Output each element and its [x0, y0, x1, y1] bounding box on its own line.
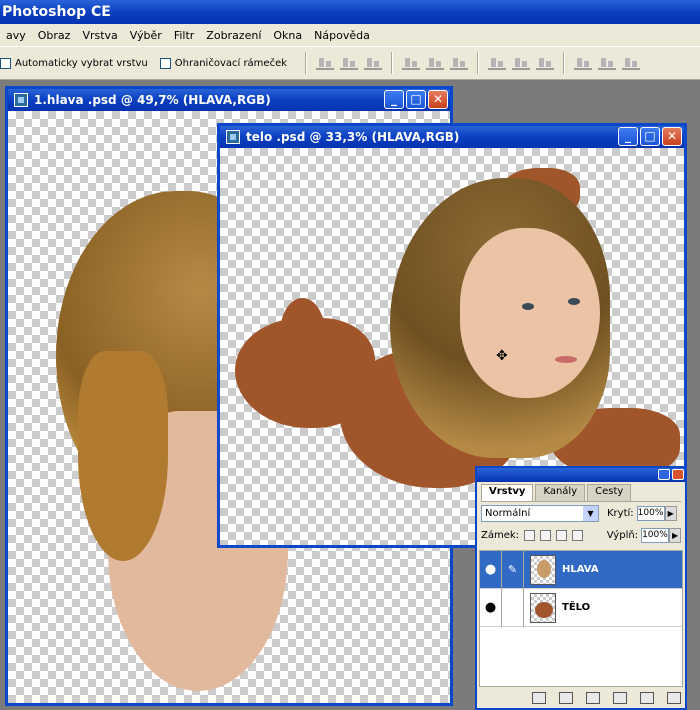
- tab-channels[interactable]: Kanály: [535, 484, 586, 501]
- menu-edit[interactable]: avy: [0, 29, 32, 42]
- menu-image[interactable]: Obraz: [32, 29, 77, 42]
- align-vcenter-icon[interactable]: [340, 56, 359, 70]
- blend-mode-value: Normální: [485, 508, 531, 519]
- layer-style-icon[interactable]: [532, 692, 546, 704]
- distribute-hcenter-icon[interactable]: [598, 56, 617, 70]
- panel-bottom-bar: [477, 688, 685, 708]
- auto-select-label: Automaticky vybrat vrstvu: [15, 57, 148, 69]
- document-title: 1.hlava .psd @ 49,7% (HLAVA,RGB): [34, 93, 271, 107]
- menu-select[interactable]: Výběr: [124, 29, 168, 42]
- eye-shape: [568, 298, 580, 305]
- layer-name[interactable]: TĚLO: [562, 602, 590, 613]
- opacity-field[interactable]: 100%: [636, 506, 665, 521]
- new-layer-icon[interactable]: [640, 692, 654, 704]
- separator: [563, 52, 566, 74]
- new-group-icon[interactable]: [586, 692, 600, 704]
- blend-mode-select[interactable]: Normální ▼: [481, 505, 599, 522]
- menu-layer[interactable]: Vrstva: [76, 29, 123, 42]
- lips-shape: [555, 356, 577, 363]
- document-title: telo .psd @ 33,3% (HLAVA,RGB): [246, 130, 460, 144]
- adjustment-layer-icon[interactable]: [613, 692, 627, 704]
- move-cursor-icon: ✥: [496, 348, 508, 364]
- chevron-down-icon[interactable]: ▼: [583, 506, 598, 521]
- document-title-bar[interactable]: telo .psd @ 33,3% (HLAVA,RGB) _ □ ✕: [220, 126, 684, 148]
- visibility-eye-icon[interactable]: ●: [480, 550, 502, 589]
- separator: [391, 52, 394, 74]
- close-button[interactable]: ✕: [662, 127, 682, 146]
- clay-body-shape: [280, 298, 325, 368]
- layers-list: ● ✎ HLAVA ● TĚLO: [479, 550, 683, 687]
- hair-strands-shape: [78, 351, 168, 561]
- layers-panel: Vrstvy Kanály Cesty Normální ▼ Krytí: 10…: [475, 466, 687, 710]
- brush-icon[interactable]: ✎: [502, 550, 524, 589]
- app-title: Photoshop CE: [2, 4, 111, 20]
- minimize-button[interactable]: _: [384, 90, 404, 109]
- lock-position-icon[interactable]: [555, 530, 567, 541]
- menu-window[interactable]: Okna: [267, 29, 308, 42]
- document-icon: [226, 130, 240, 144]
- layer-thumbnail: [530, 554, 556, 585]
- close-button[interactable]: [672, 469, 684, 480]
- opacity-arrow-icon[interactable]: ▶: [664, 506, 677, 521]
- document-title-bar[interactable]: 1.hlava .psd @ 49,7% (HLAVA,RGB) _ □ ✕: [8, 89, 450, 111]
- menu-view[interactable]: Zobrazení: [200, 29, 267, 42]
- layer-row-telo[interactable]: ● TĚLO: [480, 588, 682, 627]
- layer-row-hlava[interactable]: ● ✎ HLAVA: [480, 550, 682, 589]
- link-cell[interactable]: [502, 588, 524, 627]
- bounding-box-checkbox[interactable]: Ohraničovací rámeček: [159, 57, 288, 69]
- minimize-button[interactable]: [658, 469, 670, 480]
- trash-icon[interactable]: [667, 692, 681, 704]
- distribute-right-icon[interactable]: [622, 56, 641, 70]
- layer-thumbnail: [530, 592, 556, 623]
- checkbox-box[interactable]: [0, 57, 11, 69]
- lock-label: Zámek:: [481, 530, 520, 541]
- menu-help[interactable]: Nápověda: [308, 29, 376, 42]
- align-bottom-icon[interactable]: [364, 56, 383, 70]
- lock-image-icon[interactable]: [539, 530, 551, 541]
- eye-shape: [522, 303, 534, 310]
- opacity-label: Krytí:: [607, 508, 634, 519]
- align-hcenter-icon[interactable]: [426, 56, 445, 70]
- face-shape: [460, 228, 600, 398]
- menu-filter[interactable]: Filtr: [168, 29, 200, 42]
- separator: [477, 52, 480, 74]
- close-button[interactable]: ✕: [428, 90, 448, 109]
- lock-row: Zámek: Výplň: 100% ▶: [477, 525, 685, 546]
- distribute-bottom-icon[interactable]: [536, 56, 555, 70]
- document-icon: [14, 93, 28, 107]
- fill-arrow-icon[interactable]: ▶: [669, 528, 681, 543]
- bounding-box-label: Ohraničovací rámeček: [174, 57, 288, 69]
- maximize-button[interactable]: □: [640, 127, 660, 146]
- align-left-icon[interactable]: [402, 56, 421, 70]
- lock-transparency-icon[interactable]: [524, 530, 535, 541]
- separator: [305, 52, 308, 74]
- distribute-left-icon[interactable]: [574, 56, 593, 70]
- auto-select-checkbox[interactable]: Automaticky vybrat vrstvu: [0, 57, 148, 69]
- minimize-button[interactable]: _: [618, 127, 638, 146]
- align-right-icon[interactable]: [450, 56, 469, 70]
- align-top-icon[interactable]: [316, 56, 335, 70]
- tab-layers[interactable]: Vrstvy: [481, 484, 534, 501]
- distribute-top-icon[interactable]: [488, 56, 507, 70]
- panel-tabs: Vrstvy Kanály Cesty: [481, 484, 681, 502]
- blend-row: Normální ▼ Krytí: 100% ▶: [477, 502, 685, 525]
- tab-paths[interactable]: Cesty: [587, 484, 632, 501]
- layer-mask-icon[interactable]: [559, 692, 573, 704]
- layer-name[interactable]: HLAVA: [562, 564, 599, 575]
- menu-bar: avy Obraz Vrstva Výběr Filtr Zobrazení O…: [0, 24, 700, 46]
- options-bar: Automaticky vybrat vrstvu Ohraničovací r…: [0, 46, 700, 80]
- maximize-button[interactable]: □: [406, 90, 426, 109]
- app-title-bar: Photoshop CE: [0, 0, 700, 24]
- checkbox-box[interactable]: [159, 57, 171, 69]
- visibility-eye-icon[interactable]: ●: [480, 588, 502, 627]
- lock-all-icon[interactable]: [571, 530, 583, 541]
- fill-field[interactable]: 100%: [641, 528, 670, 543]
- fill-label: Výplň:: [606, 530, 639, 541]
- panel-title-bar[interactable]: [477, 468, 685, 482]
- distribute-vcenter-icon[interactable]: [512, 56, 531, 70]
